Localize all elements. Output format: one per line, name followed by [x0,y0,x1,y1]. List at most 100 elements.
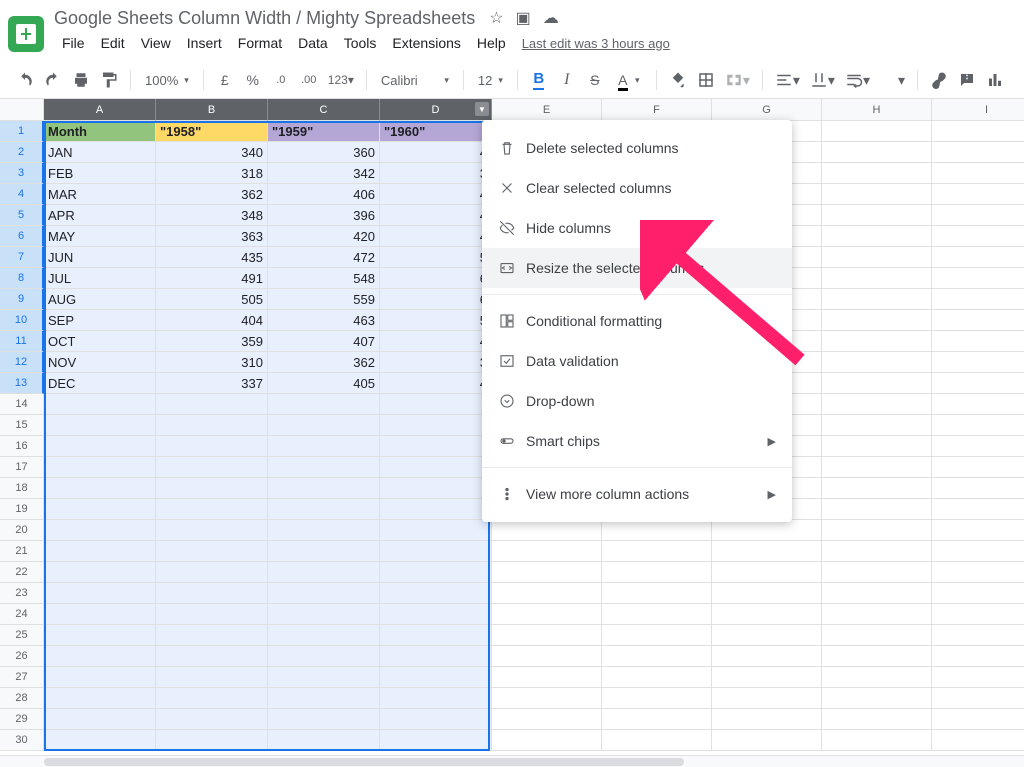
cell[interactable]: DEC [44,373,156,394]
cell[interactable] [44,646,156,667]
cell[interactable] [822,730,932,751]
cell[interactable]: NOV [44,352,156,373]
cell[interactable]: FEB [44,163,156,184]
cell[interactable] [932,310,1024,331]
cell[interactable]: 362 [156,184,268,205]
cell[interactable] [44,604,156,625]
cell[interactable] [268,583,380,604]
borders-button[interactable] [693,67,719,93]
cell[interactable]: 337 [156,373,268,394]
cell[interactable] [932,709,1024,730]
cell[interactable] [932,352,1024,373]
cell[interactable] [822,667,932,688]
cell[interactable] [822,583,932,604]
cell[interactable] [822,562,932,583]
row-header[interactable]: 12 [0,352,44,373]
context-item[interactable]: Delete selected columns [482,128,792,168]
cell[interactable]: 3 [380,163,492,184]
cell[interactable] [156,730,268,751]
cell[interactable] [602,646,712,667]
cell[interactable] [932,226,1024,247]
cell[interactable] [492,667,602,688]
cell[interactable]: 362 [268,352,380,373]
row-header[interactable]: 18 [0,478,44,499]
row-header[interactable]: 8 [0,268,44,289]
cell[interactable] [932,331,1024,352]
context-item[interactable]: Conditional formatting [482,301,792,341]
cell[interactable] [492,583,602,604]
context-item[interactable]: Clear selected columns [482,168,792,208]
row-header[interactable]: 20 [0,520,44,541]
menu-insert[interactable]: Insert [179,31,230,55]
cell[interactable] [268,730,380,751]
cell[interactable] [156,415,268,436]
row-header[interactable]: 24 [0,604,44,625]
cell[interactable] [822,121,932,142]
cell[interactable]: 435 [156,247,268,268]
cell[interactable] [822,331,932,352]
row-header[interactable]: 19 [0,499,44,520]
text-color-button[interactable]: A [610,67,636,93]
cell[interactable]: 310 [156,352,268,373]
cell[interactable] [712,604,822,625]
rotate-button[interactable]: ▾ [876,67,909,93]
cell[interactable] [822,478,932,499]
cell[interactable] [44,688,156,709]
menu-data[interactable]: Data [290,31,336,55]
menu-file[interactable]: File [54,31,93,55]
italic-button[interactable]: I [554,67,580,93]
cell[interactable]: 6 [380,289,492,310]
menu-extensions[interactable]: Extensions [384,31,468,55]
row-header[interactable]: 1 [0,121,44,142]
cell[interactable] [712,541,822,562]
row-header[interactable]: 9 [0,289,44,310]
cell[interactable] [156,709,268,730]
cell[interactable] [380,415,492,436]
cell[interactable] [156,499,268,520]
cell[interactable]: APR [44,205,156,226]
cell[interactable] [268,436,380,457]
percent-button[interactable]: % [240,67,266,93]
cell[interactable] [44,478,156,499]
cell[interactable]: Month [44,121,156,142]
cell[interactable]: 4 [380,226,492,247]
cell[interactable] [380,604,492,625]
col-dropdown-icon[interactable]: ▼ [475,102,489,116]
cell[interactable] [932,730,1024,751]
cell[interactable] [932,268,1024,289]
cell[interactable] [380,562,492,583]
cell[interactable]: JAN [44,142,156,163]
cell[interactable]: 396 [268,205,380,226]
cell[interactable]: 491 [156,268,268,289]
cell[interactable]: 318 [156,163,268,184]
cell[interactable]: "1960" [380,121,492,142]
cell[interactable]: 363 [156,226,268,247]
context-item[interactable]: Hide columns [482,208,792,248]
cell[interactable] [932,184,1024,205]
redo-icon[interactable] [40,67,66,93]
cell[interactable]: 4 [380,142,492,163]
cell[interactable]: JUN [44,247,156,268]
cell[interactable] [712,709,822,730]
cell[interactable]: "1959" [268,121,380,142]
col-header-i[interactable]: I [932,99,1024,121]
cell[interactable] [380,499,492,520]
cell[interactable] [380,646,492,667]
cell[interactable]: 420 [268,226,380,247]
bold-button[interactable]: B [526,67,552,93]
row-header[interactable]: 30 [0,730,44,751]
cell[interactable] [932,394,1024,415]
cell[interactable]: JUL [44,268,156,289]
more-formats-button[interactable]: 123▾ [324,67,358,93]
cell[interactable] [44,625,156,646]
cell[interactable]: MAR [44,184,156,205]
cell[interactable] [932,541,1024,562]
cell[interactable] [268,667,380,688]
paint-format-icon[interactable] [96,67,122,93]
col-header-g[interactable]: G [712,99,822,121]
cell[interactable] [44,499,156,520]
cell[interactable] [822,688,932,709]
cell[interactable] [822,646,932,667]
cell[interactable] [932,373,1024,394]
cell[interactable]: SEP [44,310,156,331]
